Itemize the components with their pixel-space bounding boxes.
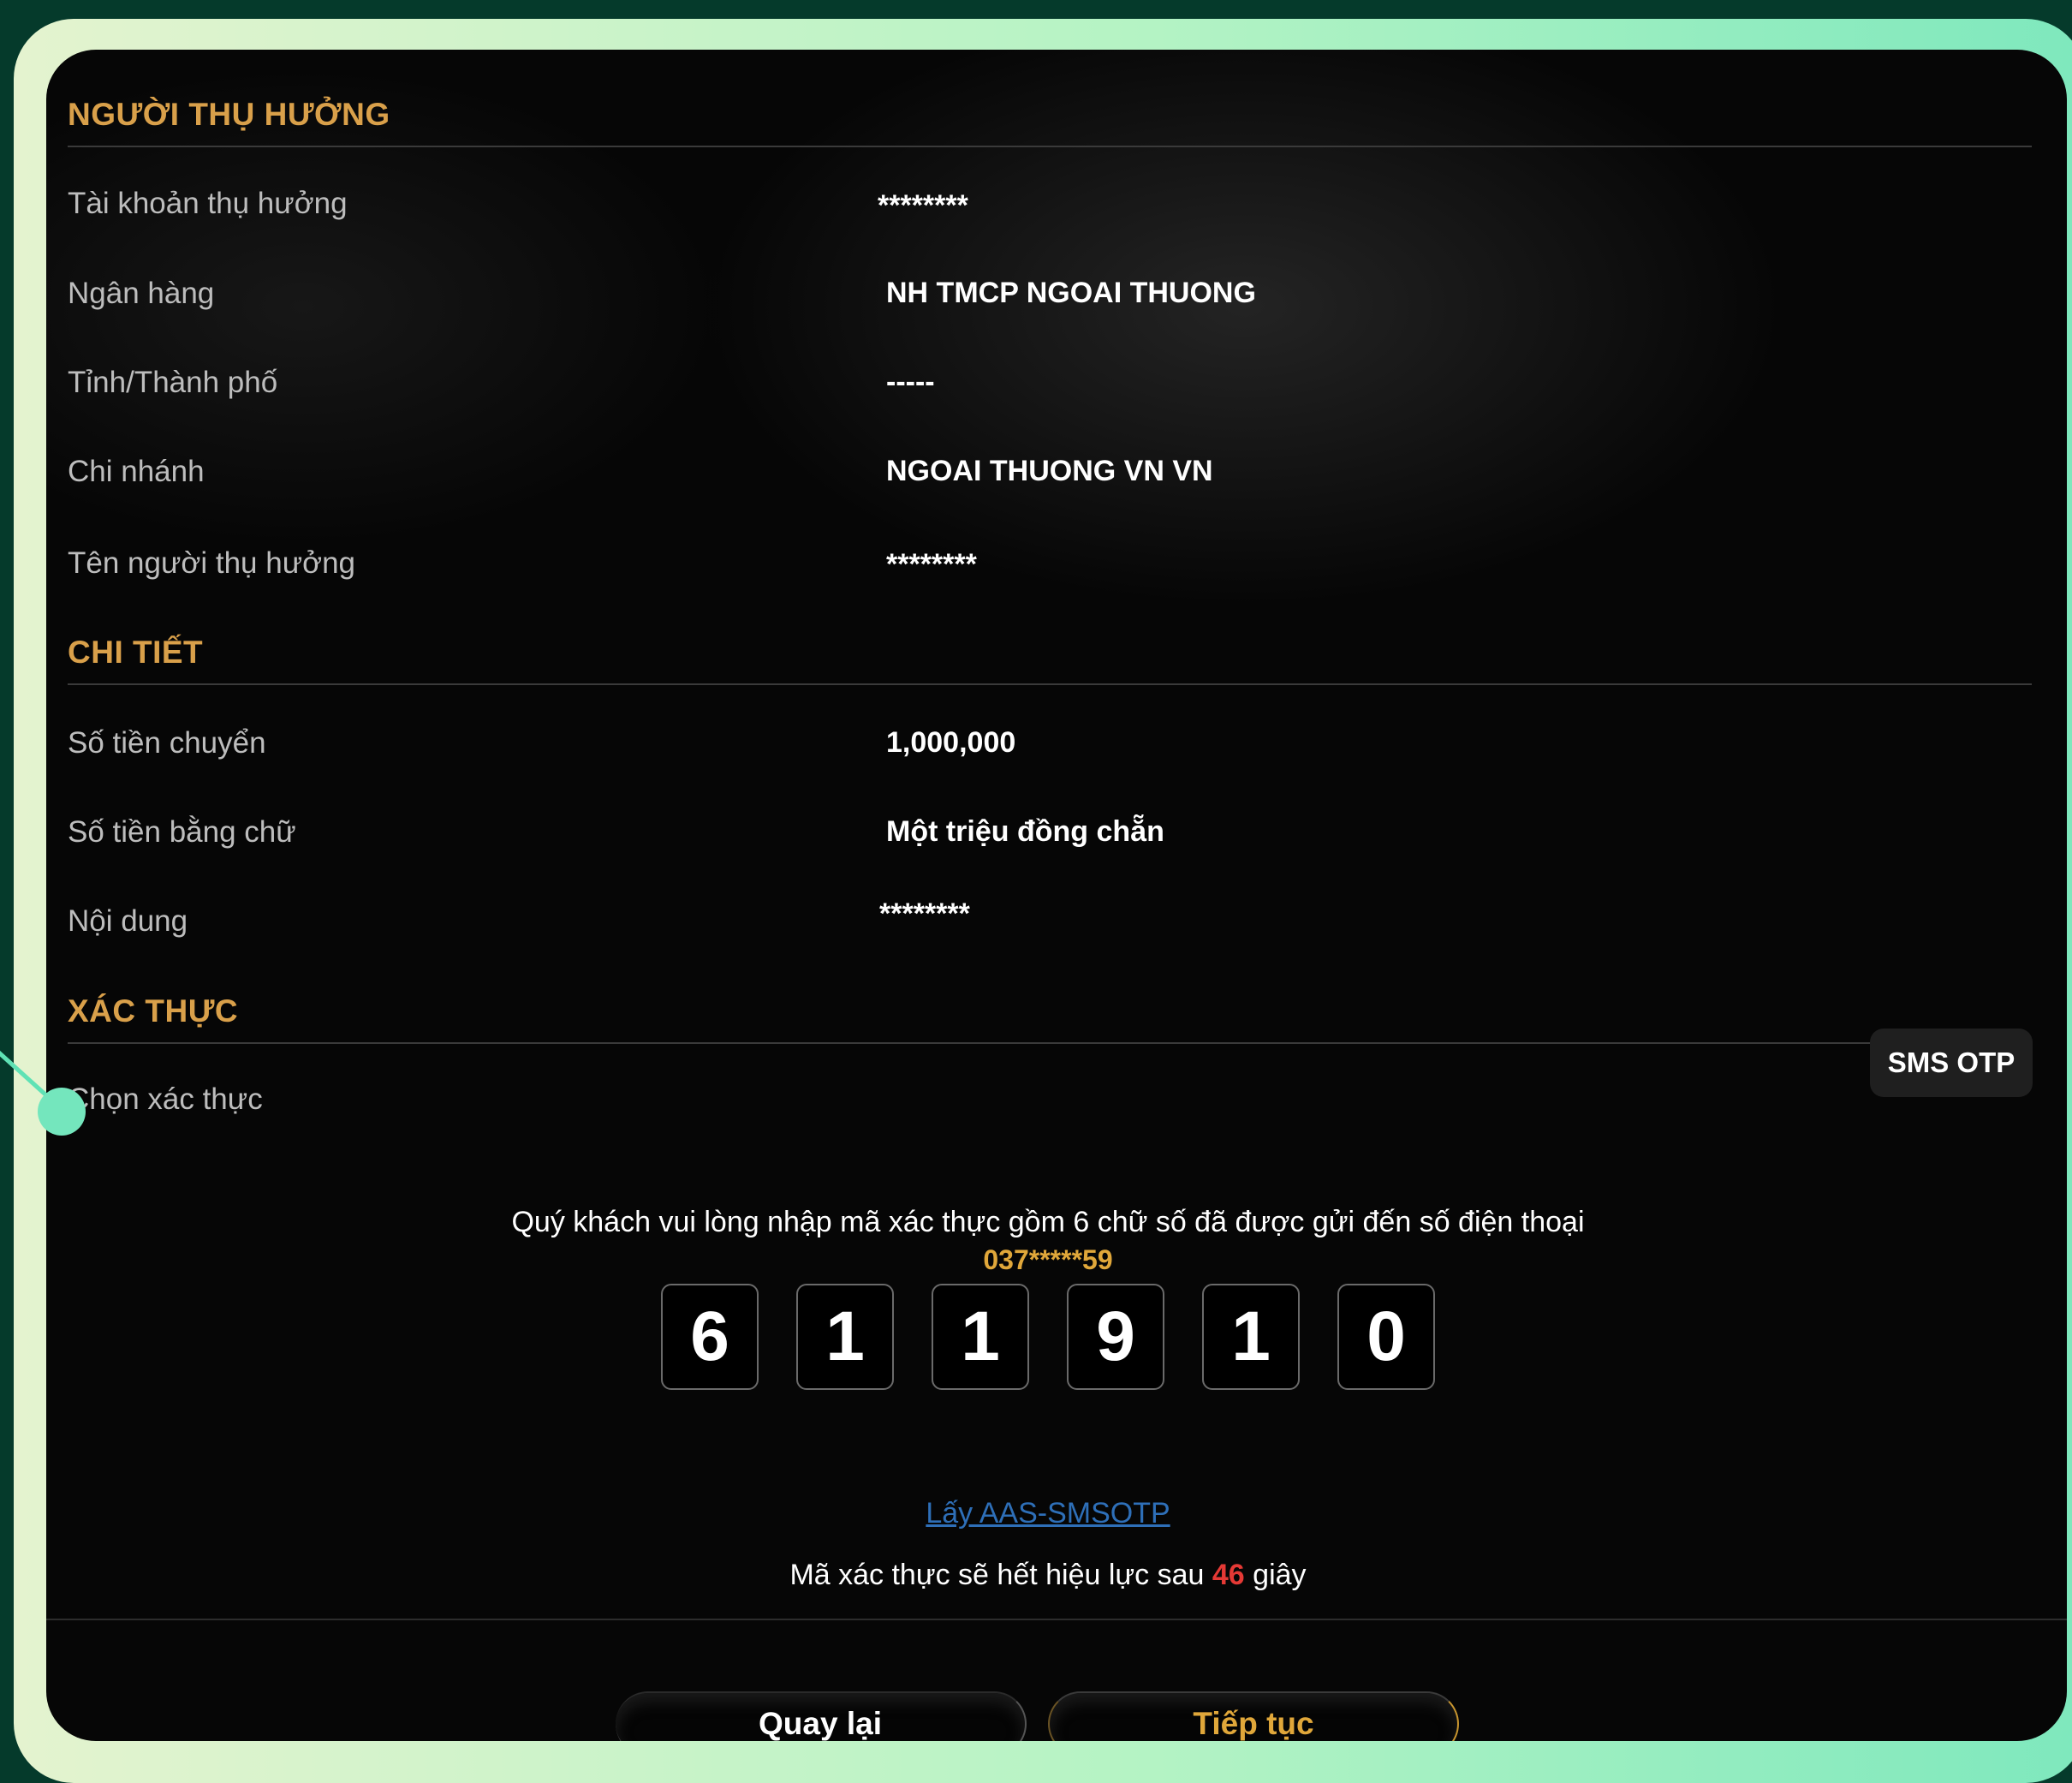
section-title-beneficiary: NGƯỜI THỤ HƯỞNG (68, 97, 390, 132)
branch-value: NGOAI THUONG VN VN (886, 455, 1213, 487)
amount-words-value: Một triệu đồng chẵn (886, 815, 1164, 848)
city-label: Tỉnh/Thành phố (68, 366, 278, 399)
otp-digit-2[interactable]: 1 (796, 1284, 894, 1390)
back-button[interactable]: Quay lại (616, 1691, 1027, 1741)
section-divider (68, 1042, 2032, 1044)
beneficiary-name-label: Tên người thụ hưởng (68, 546, 356, 580)
otp-phone-number: 037*****59 (983, 1244, 1113, 1275)
bank-value: NH TMCP NGOAI THUONG (886, 277, 1256, 309)
otp-expire-text: Mã xác thực sẽ hết hiệu lực sau 46 giây (46, 1559, 2050, 1592)
otp-digit-6[interactable]: 0 (1337, 1284, 1435, 1390)
otp-instruction: Quý khách vui lòng nhập mã xác thực gồm … (511, 1206, 1585, 1238)
section-divider (68, 683, 2032, 685)
otp-digit-1[interactable]: 6 (661, 1284, 759, 1390)
account-value: ******** (878, 189, 968, 222)
transfer-confirm-panel: NGƯỜI THỤ HƯỞNG Tài khoản thụ hưởng ****… (46, 50, 2067, 1741)
footer-divider (46, 1619, 2067, 1620)
content-value: ******** (879, 897, 970, 930)
expire-prefix: Mã xác thực sẽ hết hiệu lực sau (789, 1559, 1205, 1591)
expire-suffix: giây (1253, 1559, 1307, 1591)
auth-method-selector[interactable]: SMS OTP (1870, 1029, 2033, 1097)
amount-words-label: Số tiền bằng chữ (68, 815, 296, 849)
bank-label: Ngân hàng (68, 277, 215, 310)
callout-pointer-dot (38, 1088, 86, 1136)
amount-label: Số tiền chuyển (68, 726, 266, 760)
content-label: Nội dung (68, 904, 188, 938)
amount-value: 1,000,000 (886, 726, 1016, 759)
otp-digit-3[interactable]: 1 (932, 1284, 1029, 1390)
continue-button[interactable]: Tiếp tục (1048, 1691, 1459, 1741)
beneficiary-name-value: ******** (886, 548, 977, 581)
section-divider (68, 146, 2032, 147)
expire-seconds: 46 (1212, 1559, 1245, 1591)
auth-method-label: Chọn xác thực (68, 1082, 263, 1116)
account-label: Tài khoản thụ hưởng (68, 187, 348, 220)
section-title-auth: XÁC THỰC (68, 993, 239, 1029)
otp-digit-5[interactable]: 1 (1202, 1284, 1300, 1390)
otp-digit-4[interactable]: 9 (1067, 1284, 1164, 1390)
get-otp-link[interactable]: Lấy AAS-SMSOTP (46, 1497, 2050, 1530)
branch-label: Chi nhánh (68, 455, 205, 488)
city-value: ----- (886, 366, 935, 398)
section-title-details: CHI TIẾT (68, 635, 204, 670)
